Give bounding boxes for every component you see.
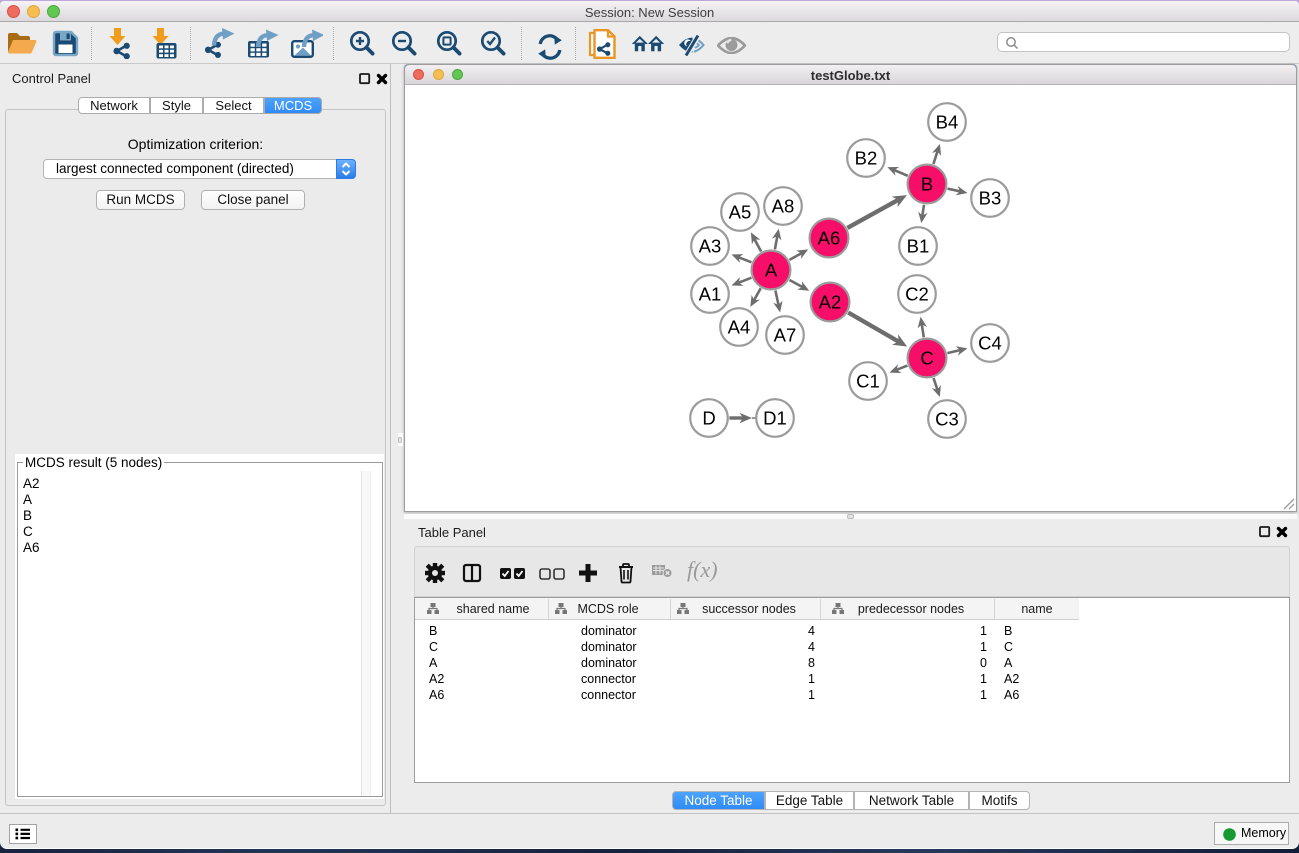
svg-text:C1: C1 — [856, 371, 880, 392]
svg-text:A5: A5 — [729, 202, 752, 223]
svg-text:B3: B3 — [979, 188, 1002, 209]
svg-text:C: C — [920, 348, 933, 369]
svg-text:A8: A8 — [772, 196, 795, 217]
svg-text:A1: A1 — [699, 284, 722, 305]
svg-text:A2: A2 — [819, 292, 842, 313]
svg-text:B2: B2 — [855, 148, 878, 169]
svg-text:A: A — [765, 260, 778, 281]
svg-text:C2: C2 — [905, 284, 929, 305]
svg-text:D: D — [702, 408, 715, 429]
svg-text:B: B — [921, 174, 933, 195]
svg-text:D1: D1 — [763, 408, 787, 429]
svg-text:A6: A6 — [818, 228, 841, 249]
svg-text:B1: B1 — [907, 236, 930, 257]
svg-text:A7: A7 — [774, 325, 797, 346]
svg-text:A3: A3 — [699, 236, 722, 257]
svg-text:C4: C4 — [978, 333, 1002, 354]
svg-text:B4: B4 — [936, 112, 959, 133]
svg-text:A4: A4 — [728, 317, 751, 338]
svg-text:C3: C3 — [935, 409, 959, 430]
